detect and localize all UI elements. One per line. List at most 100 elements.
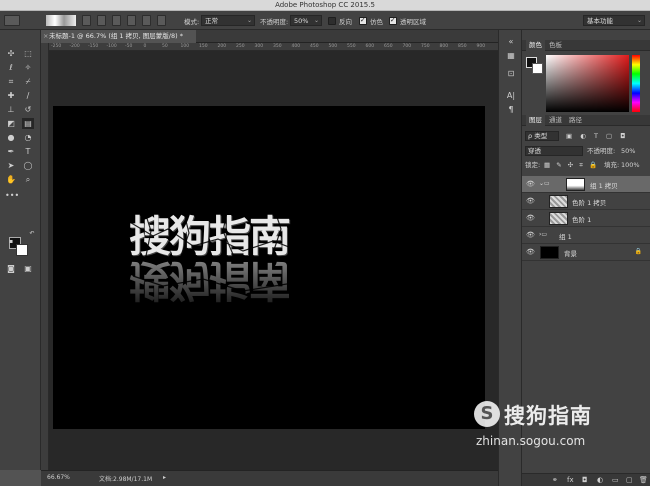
link-icon[interactable]: ⚭: [552, 476, 558, 484]
gradient-editor-preview[interactable]: [46, 15, 76, 26]
layer-mask-thumbnail[interactable]: [566, 178, 585, 191]
adjustment-icon[interactable]: ◐: [597, 476, 603, 484]
angle-gradient-button[interactable]: [127, 15, 136, 26]
ruler-tick-label: 0: [143, 44, 147, 49]
dodge-tool-icon[interactable]: ◔: [22, 132, 34, 143]
chevron-down-icon: ⌄: [313, 17, 319, 24]
magic-wand-tool-icon[interactable]: ✧: [22, 62, 34, 73]
visibility-eye-icon[interactable]: 👁: [526, 248, 535, 256]
reverse-checkbox[interactable]: [328, 17, 336, 25]
mask-icon[interactable]: ◘: [582, 476, 588, 484]
blend-mode-select[interactable]: 穿透: [525, 146, 583, 156]
workspace-select[interactable]: 基本功能 ⌄: [583, 15, 645, 26]
color-panel-tabs: 颜色 色板: [522, 40, 650, 51]
clone-stamp-tool-icon[interactable]: ⊥: [5, 104, 17, 115]
opacity-field[interactable]: 50% ⌄: [290, 15, 322, 26]
type-tool-icon[interactable]: T: [22, 146, 34, 157]
dither-checkbox[interactable]: [359, 16, 367, 25]
gradient-tool-icon[interactable]: ▤: [22, 118, 34, 129]
paragraph-panel-icon[interactable]: ¶: [505, 104, 517, 115]
background-color-swatch[interactable]: [16, 244, 28, 256]
tab-color[interactable]: 颜色: [526, 40, 545, 51]
ruler-tick-label: 800: [439, 44, 449, 49]
zoom-tool-icon[interactable]: ⌕: [22, 174, 34, 185]
character-panel-icon[interactable]: A|: [505, 90, 517, 101]
visibility-eye-icon[interactable]: 👁: [526, 197, 535, 205]
properties-panel-icon[interactable]: ⊡: [505, 68, 517, 79]
brush-tool-icon[interactable]: ∕: [22, 90, 34, 101]
options-bar: 模式: 正常 ⌄ 不透明度: 50% ⌄ 反向 仿色 透明区域 基本功能 ⌄: [0, 11, 650, 30]
visibility-eye-icon[interactable]: 👁: [526, 180, 535, 188]
tab-layers[interactable]: 图层: [526, 115, 545, 126]
chevron-down-icon: ⌄: [636, 17, 642, 24]
more-tools-icon[interactable]: •••: [5, 190, 19, 201]
layer-row[interactable]: 👁 ›▭ 组 1: [522, 227, 650, 244]
blur-tool-icon[interactable]: ●: [5, 132, 17, 143]
screen-mode-icon[interactable]: ▣: [22, 263, 34, 274]
close-icon[interactable]: ×: [43, 30, 48, 43]
color-picker-field[interactable]: [546, 55, 629, 112]
pen-tool-icon[interactable]: ✒: [5, 146, 17, 157]
mode-select[interactable]: 正常 ⌄: [201, 15, 255, 26]
default-colors-icon[interactable]: ▪: [5, 236, 17, 247]
opacity-value: 50%: [294, 17, 309, 25]
hand-tool-icon[interactable]: ✋: [5, 174, 17, 185]
layer-opacity-value[interactable]: 50%: [621, 146, 635, 156]
layer-name: 组 1 拷贝: [590, 182, 618, 190]
gradient-tool-preset-button[interactable]: [4, 15, 20, 26]
history-panel-icon[interactable]: ▦: [505, 50, 517, 61]
tab-swatches[interactable]: 色板: [546, 40, 565, 51]
lasso-tool-icon[interactable]: ℓ: [5, 62, 17, 73]
layer-filter-select[interactable]: ρ 类型: [525, 131, 559, 141]
marquee-tool-icon[interactable]: ⬚: [22, 48, 34, 59]
tab-channels[interactable]: 通道: [546, 115, 565, 126]
ruler-horizontal: -250 -200 -150 -100 -50 0 50 100 150 200 250 300 350…: [49, 43, 498, 51]
visibility-eye-icon[interactable]: 👁: [526, 214, 535, 222]
visibility-eye-icon[interactable]: 👁: [526, 231, 535, 239]
healing-brush-tool-icon[interactable]: ✚: [5, 90, 17, 101]
reverse-label: 反向: [339, 18, 352, 26]
collapse-panels-icon[interactable]: «: [505, 36, 517, 47]
canvas-workspace[interactable]: 搜狗指南 搜狗指南: [49, 51, 498, 470]
layer-row[interactable]: 👁 色阶 1: [522, 210, 650, 227]
ruler-tick-label: 200: [217, 44, 227, 49]
new-layer-icon[interactable]: ▢: [626, 476, 633, 484]
linear-gradient-button[interactable]: [97, 15, 106, 26]
transparency-checkbox[interactable]: [389, 16, 397, 25]
lock-options-icons[interactable]: ▦ ✎ ✣ ⌗ 🔒: [544, 160, 599, 170]
path-selection-tool-icon[interactable]: ➤: [5, 160, 17, 171]
color-panel-background-swatch[interactable]: [532, 63, 543, 74]
quick-mask-icon[interactable]: ◙: [5, 263, 17, 274]
document-tab[interactable]: × 未标题-1 @ 66.7% (组 1 拷贝, 图层蒙版/8) *: [41, 30, 196, 43]
group-folder-icon[interactable]: ›▭: [539, 231, 547, 238]
layer-thumbnail: [549, 212, 568, 225]
watermark-url: zhinan.sogou.com: [476, 434, 586, 448]
diamond-gradient-button[interactable]: [157, 15, 166, 26]
zoom-level[interactable]: 66.67%: [47, 474, 70, 481]
tab-paths[interactable]: 路径: [566, 115, 585, 126]
layer-row[interactable]: 👁 背景 🔒: [522, 244, 650, 261]
layer-filter-icons[interactable]: ▣ ◐ T ▢ ◘: [566, 131, 628, 141]
trash-icon[interactable]: 🗑: [639, 476, 648, 484]
eraser-tool-icon[interactable]: ◩: [5, 118, 17, 129]
fx-icon[interactable]: fx: [567, 476, 574, 484]
radial-gradient-button[interactable]: [112, 15, 121, 26]
eyedropper-tool-icon[interactable]: ⌿: [22, 76, 34, 87]
hue-slider[interactable]: [632, 55, 640, 112]
ellipse-tool-icon[interactable]: ◯: [22, 160, 34, 171]
move-tool-icon[interactable]: ✣: [5, 48, 17, 59]
folder-icon[interactable]: ▭: [612, 476, 619, 484]
reflected-gradient-button[interactable]: [142, 15, 151, 26]
gradient-dropdown-button[interactable]: [82, 15, 91, 26]
fill-value[interactable]: 100%: [621, 160, 640, 170]
layer-row[interactable]: 👁 ⌄▭ 组 1 拷贝: [522, 176, 650, 193]
history-brush-tool-icon[interactable]: ↺: [22, 104, 34, 115]
ruler-tick-label: 600: [365, 44, 375, 49]
ruler-tick-label: 50: [162, 44, 168, 49]
swap-colors-icon[interactable]: ↶: [26, 228, 38, 239]
layer-row[interactable]: 👁 色阶 1 拷贝: [522, 193, 650, 210]
crop-tool-icon[interactable]: ⌗: [5, 76, 17, 87]
ruler-tick-label: 500: [328, 44, 338, 49]
status-menu-arrow-icon[interactable]: ▸: [163, 474, 166, 481]
document-canvas[interactable]: 搜狗指南 搜狗指南: [53, 106, 485, 429]
